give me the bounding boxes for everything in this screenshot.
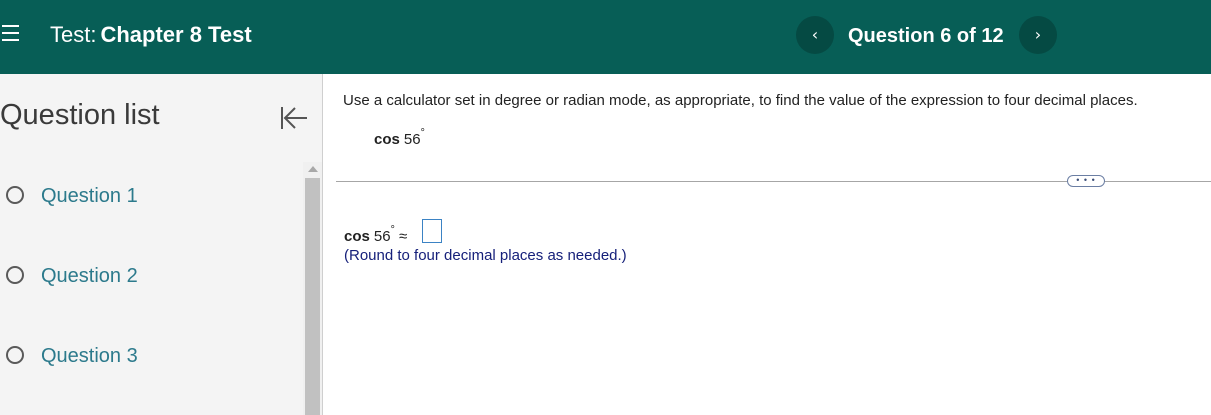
chevron-left-icon: ‹ bbox=[811, 25, 819, 44]
expression-angle: 56 bbox=[403, 131, 421, 148]
more-options-button[interactable]: • • • bbox=[1067, 175, 1105, 187]
question-list-title: Question list bbox=[0, 99, 160, 131]
radio-icon bbox=[6, 186, 24, 204]
expression-function: cos bbox=[374, 131, 400, 148]
degree-symbol: ° bbox=[420, 127, 425, 139]
approx-symbol: ≈ bbox=[398, 228, 408, 245]
test-title: Test: Chapter 8 Test bbox=[50, 22, 252, 48]
question-expression: cos 56° bbox=[374, 125, 425, 150]
scrollbar-thumb[interactable] bbox=[305, 178, 320, 415]
top-bar: Test: Chapter 8 Test ‹ Question 6 of 12 › bbox=[0, 0, 1211, 74]
previous-question-button[interactable]: ‹ bbox=[796, 16, 834, 54]
next-question-button[interactable]: › bbox=[1019, 16, 1057, 54]
answer-angle: 56 bbox=[373, 228, 391, 245]
answer-function: cos bbox=[344, 228, 370, 245]
hamburger-menu-icon[interactable] bbox=[0, 22, 22, 46]
rounding-instruction: (Round to four decimal places as needed.… bbox=[344, 247, 627, 264]
answer-expression: cos 56° ≈ bbox=[344, 222, 409, 247]
question-instructions: Use a calculator set in degree or radian… bbox=[343, 92, 1138, 109]
question-counter: Question 6 of 12 bbox=[848, 25, 1004, 47]
panel-divider bbox=[322, 74, 323, 415]
degree-symbol: ° bbox=[390, 224, 395, 236]
test-name: Chapter 8 Test bbox=[100, 22, 252, 47]
radio-icon bbox=[6, 266, 24, 284]
question-item-label: Question 1 bbox=[41, 185, 138, 207]
question-item-label: Question 2 bbox=[41, 265, 138, 287]
scroll-up-arrow-icon[interactable] bbox=[308, 166, 318, 172]
question-list-scrollbar[interactable] bbox=[303, 162, 322, 415]
question-item-label: Question 3 bbox=[41, 345, 138, 367]
chevron-right-icon: › bbox=[1034, 25, 1042, 44]
radio-icon bbox=[6, 346, 24, 364]
answer-input[interactable] bbox=[422, 219, 442, 243]
collapse-panel-icon[interactable] bbox=[278, 104, 310, 132]
test-prefix: Test: bbox=[50, 22, 97, 47]
